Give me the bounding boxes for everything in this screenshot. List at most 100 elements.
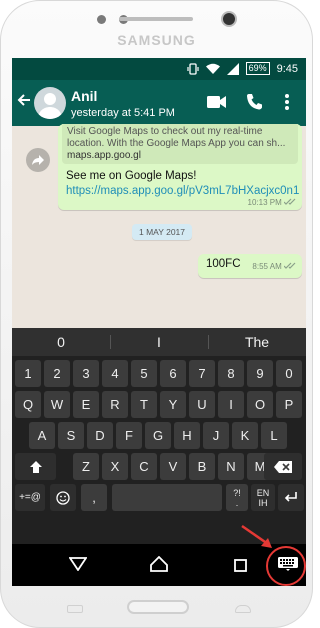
brand-logo: SAMSUNG	[117, 32, 196, 48]
nav-home-icon[interactable]	[150, 556, 168, 572]
key[interactable]: 0	[276, 360, 302, 387]
key-row-a: A S D F G H J K L	[12, 422, 306, 453]
key[interactable]: T	[131, 391, 157, 418]
key[interactable]: M	[247, 453, 273, 480]
key[interactable]: N	[218, 453, 244, 480]
key[interactable]: K	[232, 422, 258, 449]
contact-name[interactable]: Anil	[71, 88, 97, 104]
message-body: See me on Google Maps!	[66, 170, 197, 182]
preview-description: Visit Google Maps to check out my real-t…	[67, 126, 263, 137]
key[interactable]: R	[102, 391, 128, 418]
key[interactable]: L	[261, 422, 287, 449]
chat-header: Anil yesterday at 5:41 PM	[12, 80, 306, 126]
symbols-key[interactable]: +=@	[15, 484, 45, 511]
key[interactable]: A	[29, 422, 55, 449]
home-button[interactable]	[127, 600, 189, 614]
key[interactable]: B	[189, 453, 215, 480]
message-time: 8:55 AM	[252, 262, 296, 271]
key[interactable]: D	[87, 422, 113, 449]
navigation-bar	[12, 544, 306, 586]
menu-dots-icon[interactable]	[284, 93, 290, 111]
phone-icon[interactable]	[246, 93, 262, 111]
earpiece-grille	[119, 17, 193, 21]
back-arrow-icon[interactable]	[17, 93, 31, 107]
suggestion-strip: 0 I The	[12, 328, 306, 356]
link-preview[interactable]: Visit Google Maps to check out my real-t…	[62, 124, 298, 164]
status-bar: 69% 9:45	[12, 58, 306, 80]
key[interactable]: 6	[160, 360, 186, 387]
keyboard: 0 I The 1 2 3 4 5 6 7 8 9 0 Q W E R T Y …	[12, 328, 306, 544]
key[interactable]: Z	[73, 453, 99, 480]
emoji-key[interactable]	[50, 484, 76, 511]
language-key[interactable]: EN IH	[251, 484, 275, 511]
key[interactable]: G	[145, 422, 171, 449]
video-call-icon[interactable]	[207, 95, 227, 109]
key[interactable]: H	[174, 422, 200, 449]
space-bar[interactable]	[112, 484, 222, 511]
message-text: See me on Google Maps! https://maps.app.…	[66, 169, 299, 199]
message-time: 10:13 PM	[248, 198, 296, 207]
vibrate-icon	[186, 62, 199, 75]
key[interactable]: 1	[15, 360, 41, 387]
annotation-arrow-icon	[241, 524, 272, 548]
comma-key[interactable]: ,	[81, 484, 107, 511]
key[interactable]: 5	[131, 360, 157, 387]
message-link[interactable]: https://maps.app.goo.gl/pV3mL7bHXacjxc0n…	[66, 185, 299, 197]
key-row-numbers: 1 2 3 4 5 6 7 8 9 0	[12, 360, 306, 391]
period-alt-label: ?!	[233, 487, 241, 498]
keyboard-switch-icon[interactable]	[278, 557, 298, 571]
signal-icon	[226, 62, 239, 75]
key[interactable]: J	[203, 422, 229, 449]
suggestion[interactable]: The	[208, 328, 306, 356]
key[interactable]: X	[102, 453, 128, 480]
avatar[interactable]	[34, 87, 66, 119]
shift-icon	[29, 460, 42, 473]
phone-frame: SAMSUNG 69% 9:45 Anil yesterday at 5:41 …	[0, 0, 313, 628]
key[interactable]: 2	[44, 360, 70, 387]
default-avatar-icon	[38, 93, 62, 119]
period-key[interactable]: ?! .	[226, 484, 248, 511]
enter-icon	[284, 491, 297, 502]
key[interactable]: 3	[73, 360, 99, 387]
suggestion[interactable]: 0	[12, 328, 110, 356]
key[interactable]: 8	[218, 360, 244, 387]
key[interactable]: 4	[102, 360, 128, 387]
key[interactable]: 7	[189, 360, 215, 387]
preview-description: location. With the Google Maps App you c…	[67, 138, 286, 149]
date-divider: 1 MAY 2017	[132, 224, 192, 240]
key[interactable]: V	[160, 453, 186, 480]
recent-apps-touch-key[interactable]	[67, 605, 83, 613]
battery-indicator: 69%	[245, 62, 270, 75]
language-label: EN	[256, 487, 270, 498]
key[interactable]: C	[131, 453, 157, 480]
key[interactable]: F	[116, 422, 142, 449]
message-bubble-outgoing[interactable]: Visit Google Maps to check out my real-t…	[58, 124, 302, 210]
key[interactable]: U	[189, 391, 215, 418]
last-seen: yesterday at 5:41 PM	[71, 107, 175, 119]
shift-key[interactable]	[15, 453, 56, 480]
key[interactable]: O	[247, 391, 273, 418]
double-check-icon	[283, 262, 296, 269]
back-touch-key[interactable]	[235, 605, 251, 613]
message-text: 100FC	[206, 258, 241, 270]
timestamp: 10:13 PM	[247, 198, 282, 207]
key-row-z: Z X C V B N M	[12, 453, 306, 484]
forward-button[interactable]	[26, 148, 50, 172]
enter-key[interactable]	[278, 484, 304, 511]
message-bubble-outgoing[interactable]: 100FC 8:55 AM	[198, 254, 302, 278]
period-label: .	[235, 497, 239, 508]
key[interactable]: Y	[160, 391, 186, 418]
nav-back-icon[interactable]	[69, 557, 87, 571]
preview-host: maps.app.goo.gl	[67, 150, 141, 161]
key[interactable]: P	[276, 391, 302, 418]
key[interactable]: 9	[247, 360, 273, 387]
key[interactable]: E	[73, 391, 99, 418]
wifi-icon	[205, 63, 220, 74]
key[interactable]: Q	[15, 391, 41, 418]
key[interactable]: W	[44, 391, 70, 418]
key[interactable]: S	[58, 422, 84, 449]
nav-recents-icon[interactable]	[234, 559, 247, 572]
sensor-dot	[97, 15, 106, 24]
suggestion[interactable]: I	[110, 328, 208, 356]
key[interactable]: I	[218, 391, 244, 418]
